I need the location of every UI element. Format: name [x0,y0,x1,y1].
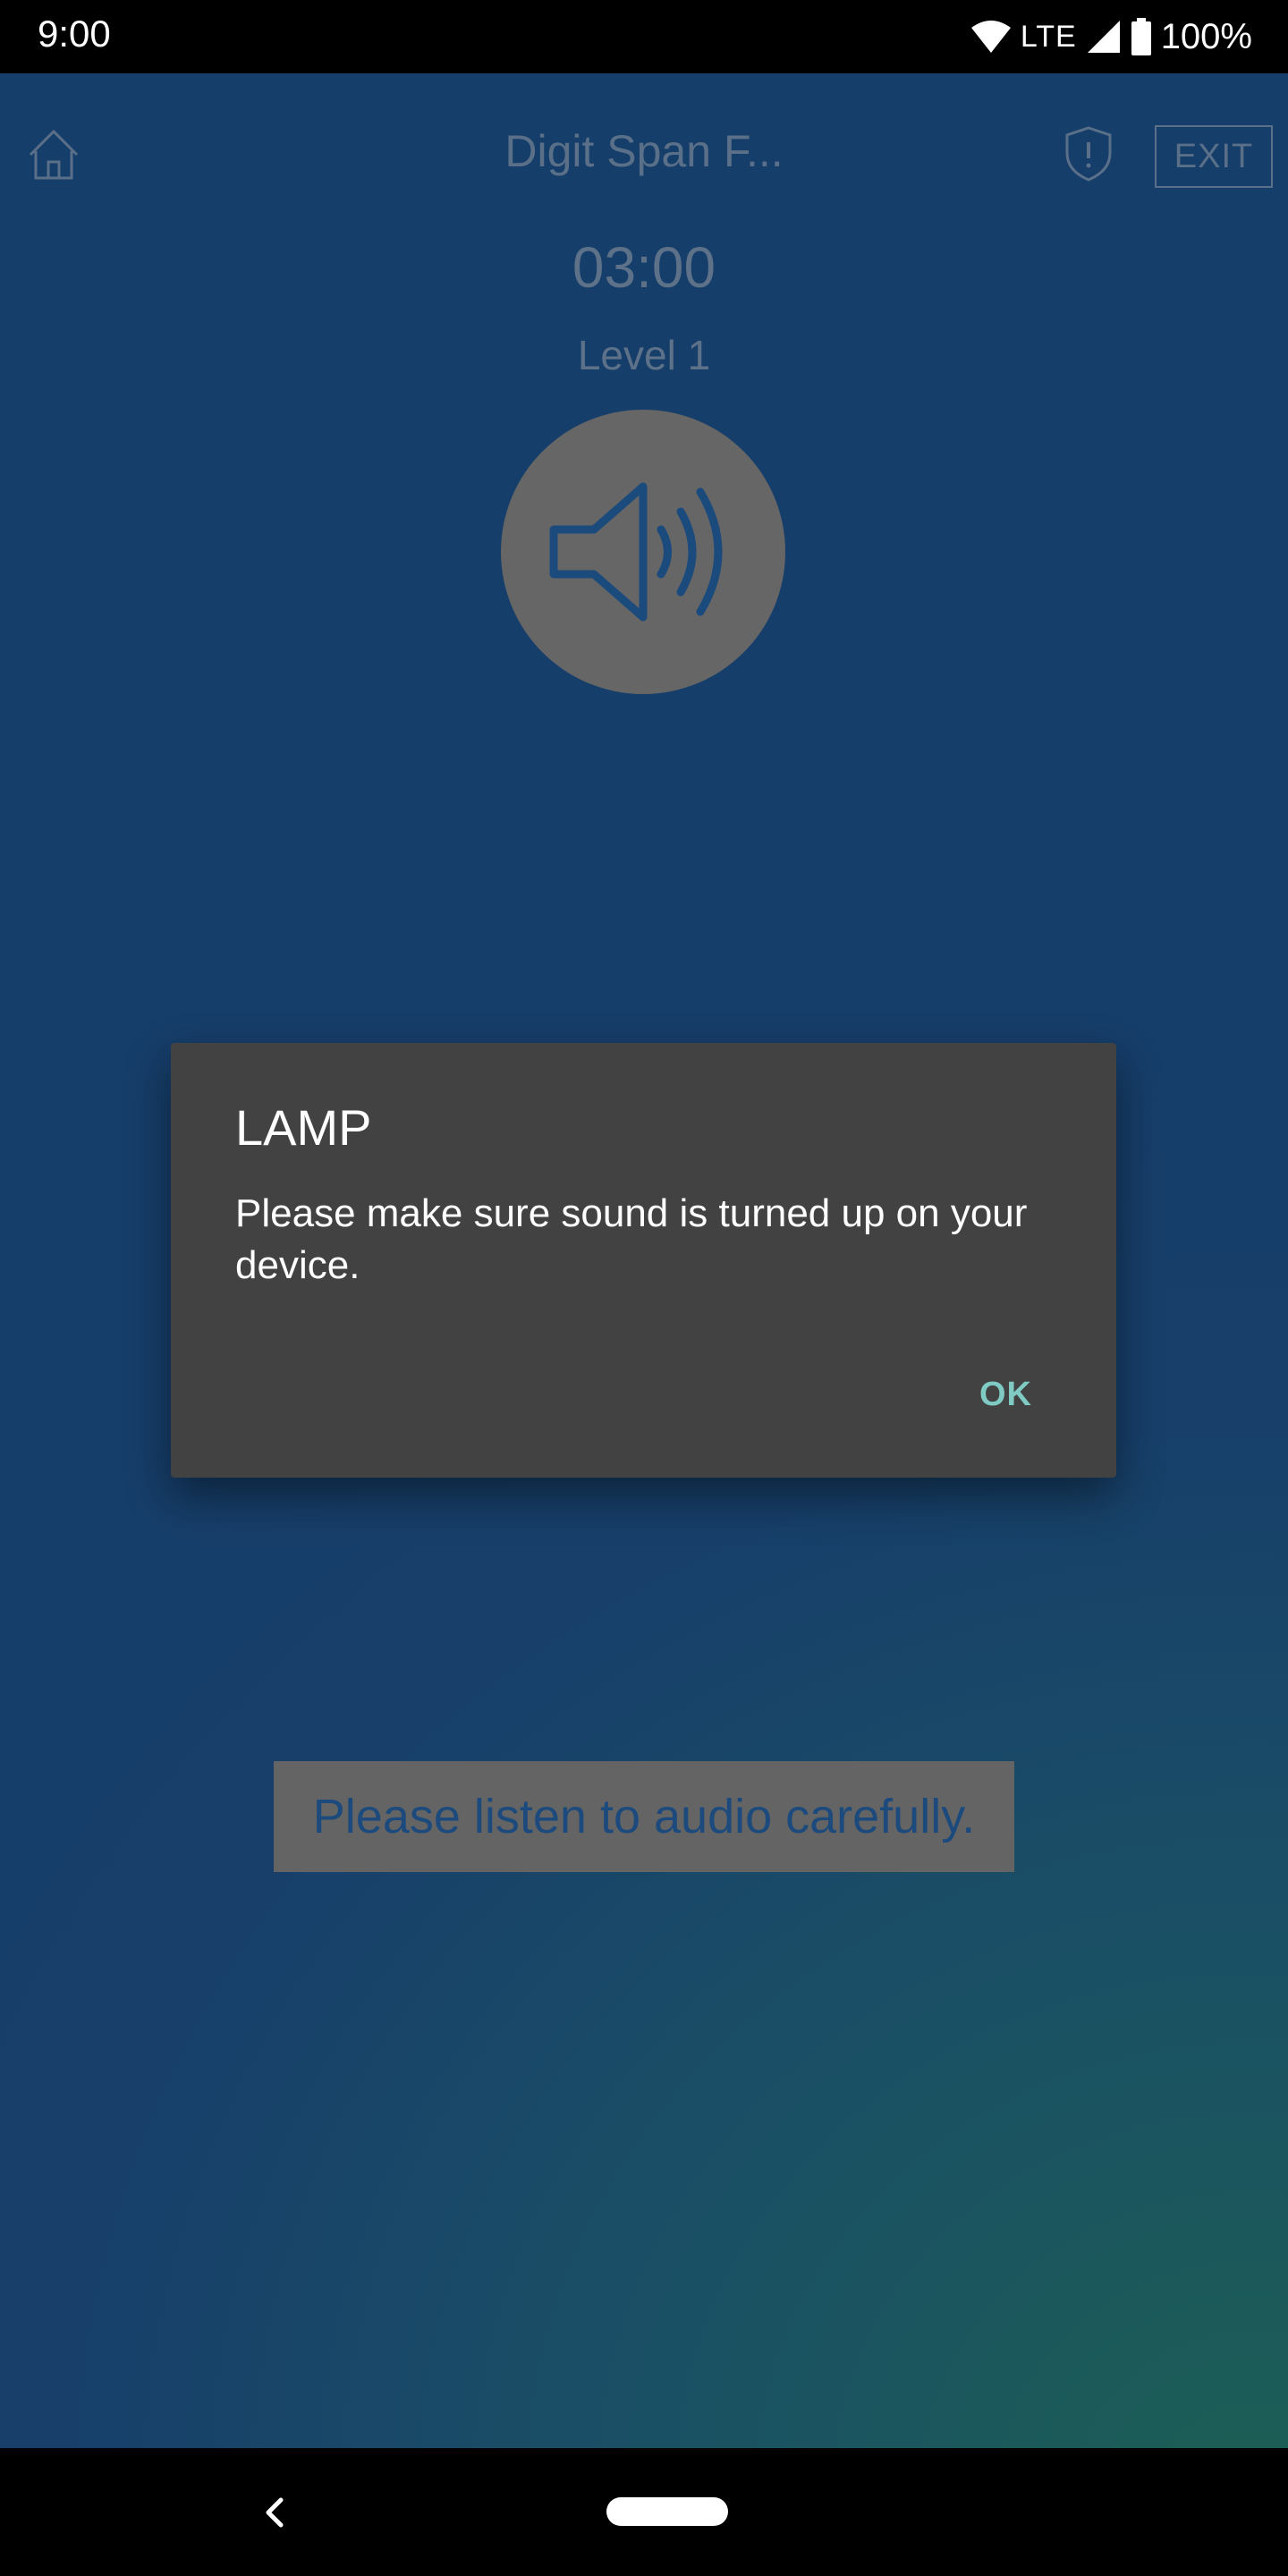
exit-button[interactable]: EXIT [1155,125,1273,188]
ok-button[interactable]: OK [979,1376,1032,1414]
dialog-message: Please make sure sound is turned up on y… [235,1191,1028,1287]
shield-button[interactable] [1062,124,1115,183]
speaker-icon [549,482,723,622]
sound-alert-dialog: LAMP Please make sure sound is turned up… [171,1043,1116,1478]
wifi-icon [970,21,1011,53]
back-button[interactable] [254,2486,293,2539]
app-header: Digit Span F... EXIT [0,73,1288,234]
dialog-title: LAMP [235,1099,372,1156]
shield-alert-icon [1065,126,1112,182]
back-chevron-icon [266,2497,284,2528]
status-time: 9:00 [38,13,111,55]
signal-icon [1087,21,1120,53]
battery-icon [1131,18,1151,55]
home-pill-button[interactable] [606,2497,728,2526]
instruction-label: Please listen to audio carefully. [274,1761,1014,1872]
status-bar: 9:00 LTE 100% [0,0,1288,73]
navigation-bar [0,2448,1288,2576]
level-label: Level 1 [577,332,711,378]
play-audio-button[interactable] [501,410,785,694]
battery-percent: 100% [1160,16,1252,56]
status-icons: LTE 100% [970,13,1252,61]
network-label: LTE [1020,19,1077,54]
screen: 9:00 LTE 100% Digit Span F... EXIT 03:00… [0,0,1288,2576]
timer: 03:00 [572,235,716,300]
